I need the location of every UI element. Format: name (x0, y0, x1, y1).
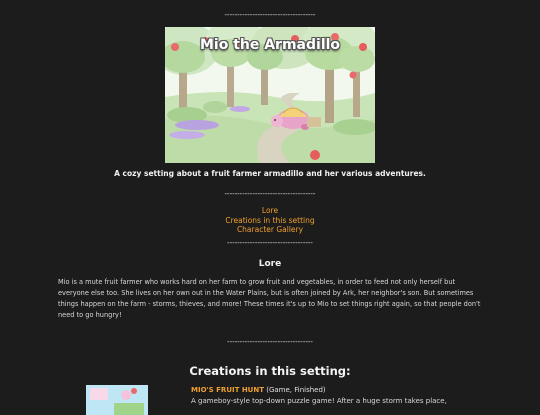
section-nav: Lore Creations in this setting Character… (0, 206, 540, 235)
game-thumbnail[interactable] (86, 385, 148, 415)
game-meta: (Game, Finished) (264, 386, 326, 394)
game-description: A gameboy-style top-down puzzle game! Af… (191, 397, 447, 405)
banner-title: Mio the Armadillo (199, 37, 341, 53)
nav-link-creations[interactable]: Creations in this setting (0, 216, 540, 226)
lore-heading: Lore (258, 259, 282, 269)
divider-top: ------------------------------------ (224, 11, 316, 19)
banner-image: Mio the Armadillo (165, 27, 375, 163)
game-thumbnail-art (86, 385, 148, 415)
game-title-link[interactable]: MIO'S FRUIT HUNT (191, 386, 264, 394)
game-title-line: MIO'S FRUIT HUNT (Game, Finished) (191, 386, 326, 394)
divider-after-nav: ---------------------------------- (227, 239, 313, 247)
divider-after-tagline: ------------------------------------ (224, 190, 316, 198)
creations-heading: Creations in this setting: (189, 364, 351, 378)
nav-link-character-gallery[interactable]: Character Gallery (0, 225, 540, 235)
nav-link-lore[interactable]: Lore (0, 206, 540, 216)
lore-text: Mio is a mute fruit farmer who works har… (58, 278, 481, 319)
divider-after-lore: ---------------------------------- (227, 338, 313, 346)
tagline: A cozy setting about a fruit farmer arma… (114, 169, 426, 178)
